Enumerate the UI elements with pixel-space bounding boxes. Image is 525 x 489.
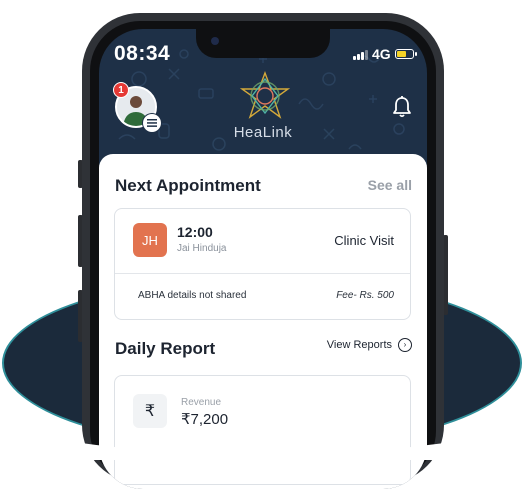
content-card: Next Appointment See all JH 12:00 Jai Hi… [99, 154, 427, 489]
notification-count-badge: 1 [113, 82, 129, 98]
appointment-time: 12:00 [177, 224, 213, 240]
camera-lens [211, 37, 219, 45]
bell-icon[interactable] [391, 95, 413, 119]
arrow-right-circle-icon: › [398, 338, 412, 352]
next-appointment-title: Next Appointment [115, 176, 261, 195]
see-all-link[interactable]: See all [368, 177, 412, 193]
brand-name: HeaLink [233, 124, 293, 141]
appointment-fee: Fee- Rs. 500 [336, 290, 394, 301]
battery-icon [394, 49, 417, 59]
camera-notch [196, 29, 330, 58]
healink-logo-icon [240, 71, 290, 119]
patient-name: Jai Hinduja [177, 243, 227, 254]
network-label: 4G [372, 46, 391, 62]
patient-initials-avatar: JH [133, 223, 167, 257]
revenue-label: Revenue [181, 397, 222, 408]
profile-avatar[interactable]: 1 [113, 82, 161, 132]
view-reports-link[interactable]: View Reports › [327, 338, 412, 352]
app-screen: 08:34 4G 1 HeaLink Next Appointment See … [99, 29, 427, 489]
revenue-value: ₹7,200 [181, 411, 229, 428]
visit-type: Clinic Visit [334, 233, 394, 248]
rupee-icon: ₹ [133, 394, 167, 428]
abha-status: ABHA details not shared [138, 290, 247, 301]
divider [115, 273, 410, 274]
appointment-card[interactable]: JH 12:00 Jai Hinduja Clinic Visit ABHA d… [114, 208, 411, 320]
view-reports-label: View Reports [326, 339, 392, 351]
signal-icon [353, 48, 368, 60]
status-indicators: 4G [353, 46, 417, 62]
revenue-card[interactable]: ₹ Revenue ₹7,200 [114, 375, 411, 485]
status-time: 08:34 [114, 42, 171, 65]
daily-report-title: Daily Report [115, 339, 216, 358]
